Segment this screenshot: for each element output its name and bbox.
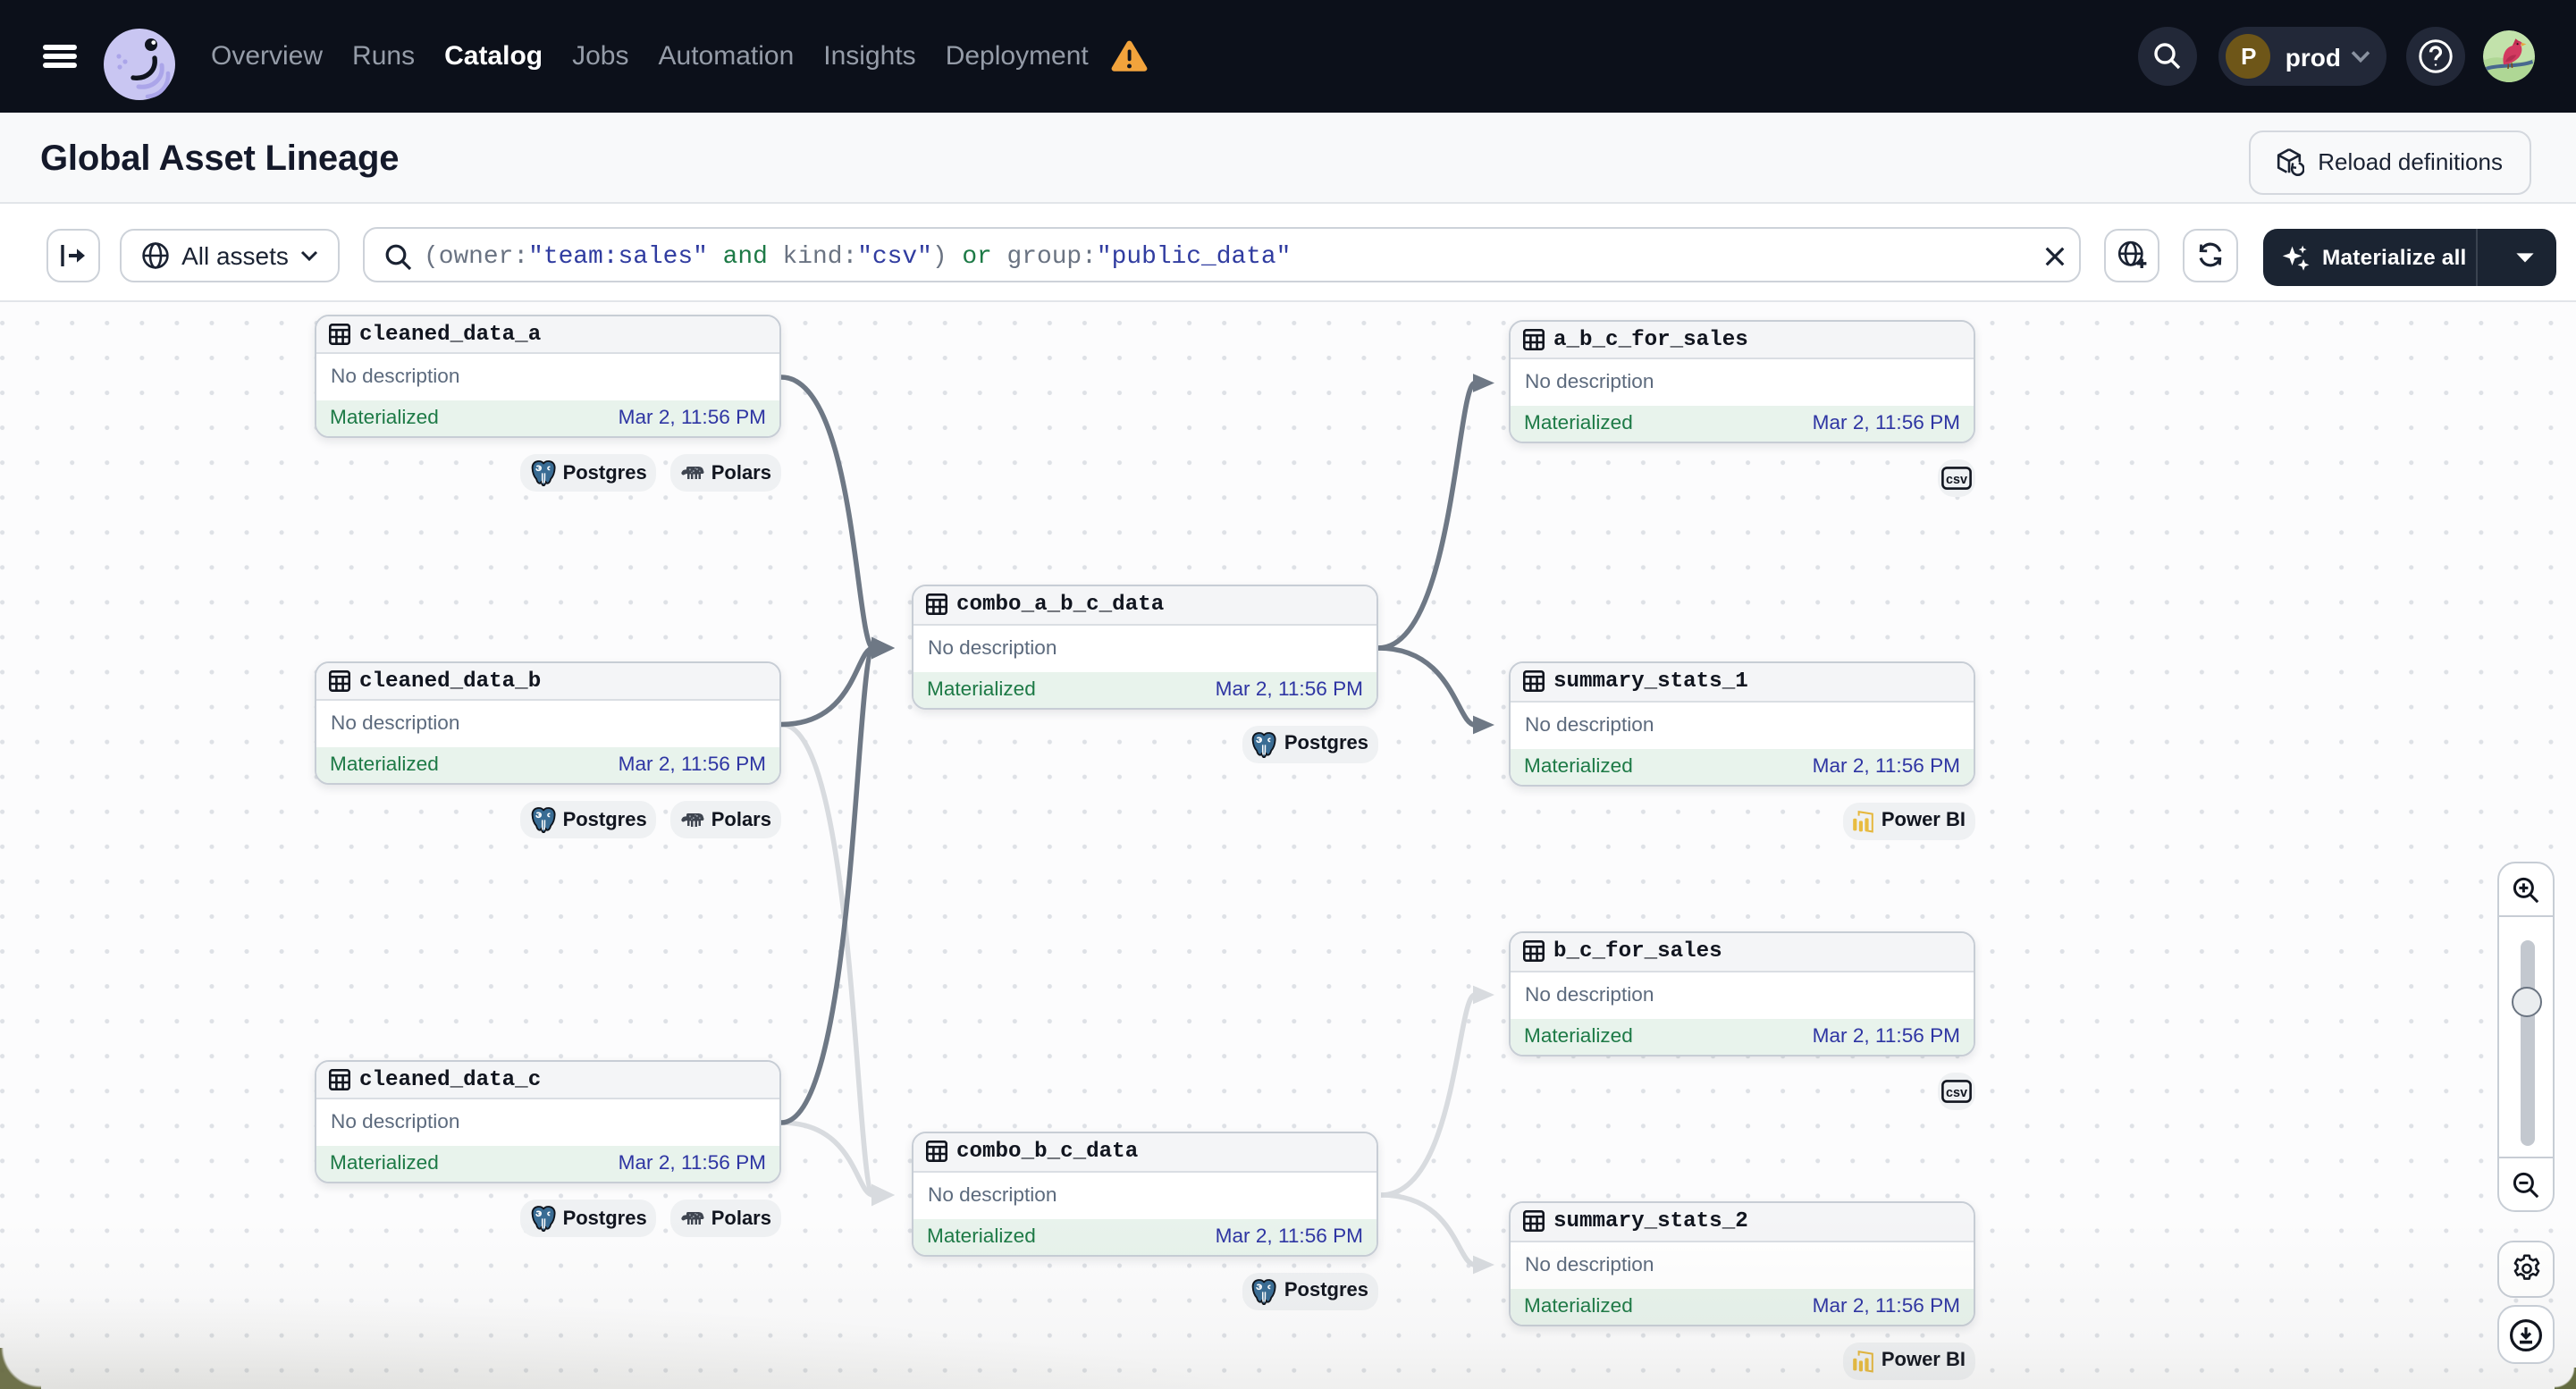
svg-text:csv: csv [1945,474,1966,488]
svg-text:csv: csv [1945,1085,1966,1099]
